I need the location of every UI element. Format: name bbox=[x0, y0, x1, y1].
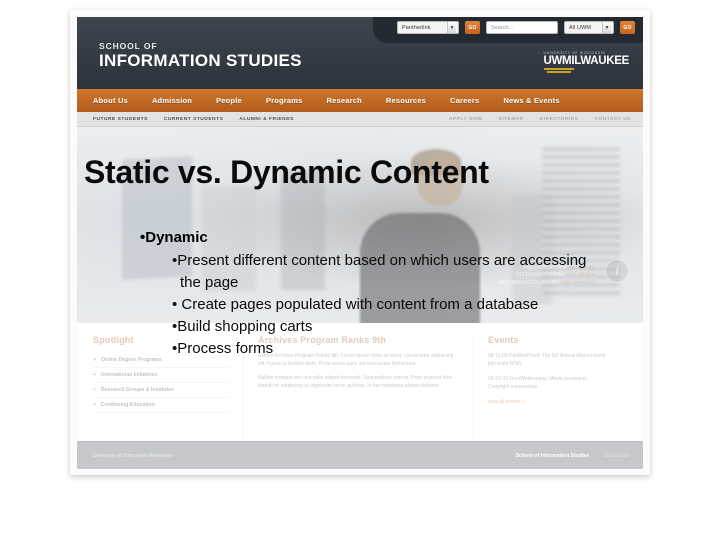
search-go-button[interactable]: GO bbox=[620, 21, 635, 34]
uwm-logo[interactable]: UNIVERSITY OF WISCONSIN UWMILWAUKEE bbox=[543, 51, 630, 74]
slide-title: Static vs. Dynamic Content bbox=[84, 154, 489, 190]
slide-text-overlay: Static vs. Dynamic Content •Dynamic •Pre… bbox=[0, 0, 720, 540]
uwm-logo-stripes bbox=[543, 68, 630, 73]
site-brand[interactable]: SCHOOL OF INFORMATION STUDIES bbox=[99, 41, 302, 71]
slide-bullet-list: •Present different content based on whic… bbox=[172, 250, 592, 360]
pantherlink-select-value: Pantherlink bbox=[402, 24, 431, 31]
brand-line-1: SCHOOL OF bbox=[99, 41, 158, 51]
slide-bullet-item: •Present different content based on whic… bbox=[172, 252, 587, 291]
search-scope-select[interactable]: All UWM ▼ bbox=[564, 21, 614, 34]
presentation-slide: Pantherlink ▼ GO Search... All UWM ▼ GO … bbox=[0, 0, 720, 540]
slide-bullet-item: • Create pages populated with content fr… bbox=[172, 296, 539, 313]
utility-toolbar: Pantherlink ▼ GO Search... All UWM ▼ GO bbox=[397, 21, 635, 34]
brand-line-2: INFORMATION STUDIES bbox=[99, 51, 302, 70]
pantherlink-go-button[interactable]: GO bbox=[465, 21, 480, 34]
chevron-down-icon: ▼ bbox=[602, 22, 611, 33]
slide-bullet-level1: •Dynamic bbox=[140, 229, 208, 246]
slide-bullet-item: •Process forms bbox=[172, 340, 274, 357]
chevron-down-icon: ▼ bbox=[447, 22, 456, 33]
slide-bullet-item: •Build shopping carts bbox=[172, 318, 313, 335]
search-scope-value: All UWM bbox=[569, 24, 592, 31]
uwm-logo-wordmark: UWMILWAUKEE bbox=[543, 55, 630, 67]
search-input[interactable]: Search... bbox=[486, 21, 558, 34]
pantherlink-select[interactable]: Pantherlink ▼ bbox=[397, 21, 459, 34]
